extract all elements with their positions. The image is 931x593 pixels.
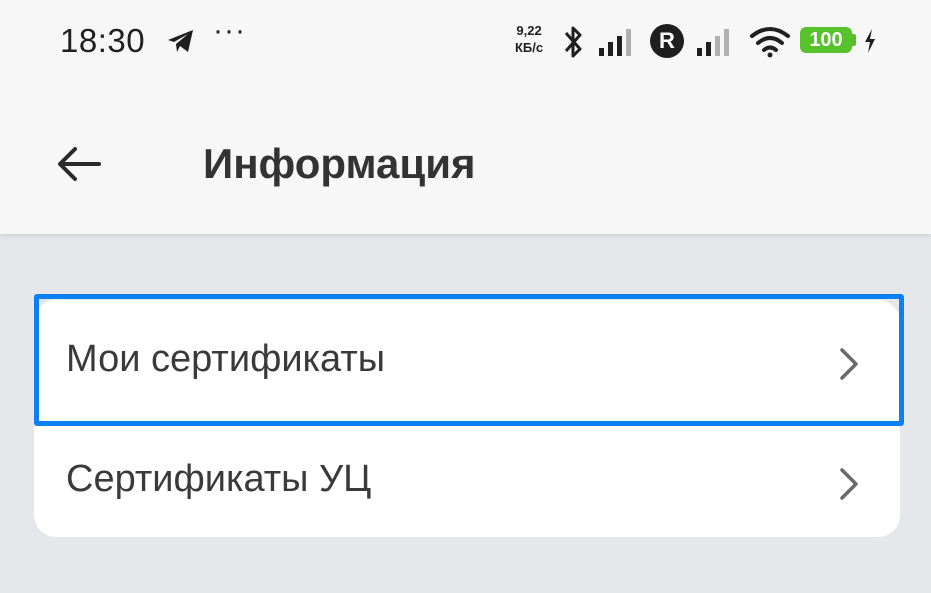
menu-item-my-certificates[interactable]: Мои сертификаты <box>34 300 900 417</box>
more-notifications-icon: ··· <box>213 14 246 47</box>
menu-item-ca-certificates[interactable]: Сертификаты УЦ <box>34 420 900 537</box>
battery-tip <box>852 34 856 46</box>
charging-bolt-icon <box>865 29 875 53</box>
page-title: Информация <box>203 140 476 187</box>
speed-value: 9,22 <box>516 23 542 38</box>
app-bar: 18:30 ··· 9,22 КБ/с R 100 Информация <box>0 0 931 234</box>
menu-item-label: Мои сертификаты <box>66 338 386 380</box>
speed-unit: КБ/с <box>515 40 544 55</box>
chevron-right-icon <box>840 468 858 500</box>
wifi-icon <box>750 27 790 58</box>
bluetooth-icon <box>564 26 582 58</box>
status-time: 18:30 <box>60 22 146 59</box>
telegram-icon <box>168 30 193 52</box>
arrow-left-icon <box>58 147 101 181</box>
chevron-right-icon <box>840 348 858 380</box>
signal-icon-2 <box>697 29 729 56</box>
back-button[interactable] <box>48 136 110 192</box>
signal-icon <box>599 29 631 56</box>
battery-icon: 100 <box>800 27 852 53</box>
menu-item-label: Сертификаты УЦ <box>66 458 372 500</box>
menu-card: Мои сертификаты Сертификаты УЦ <box>34 300 900 537</box>
network-speed: 9,22 КБ/с <box>515 22 543 56</box>
roaming-icon: R <box>650 24 684 58</box>
